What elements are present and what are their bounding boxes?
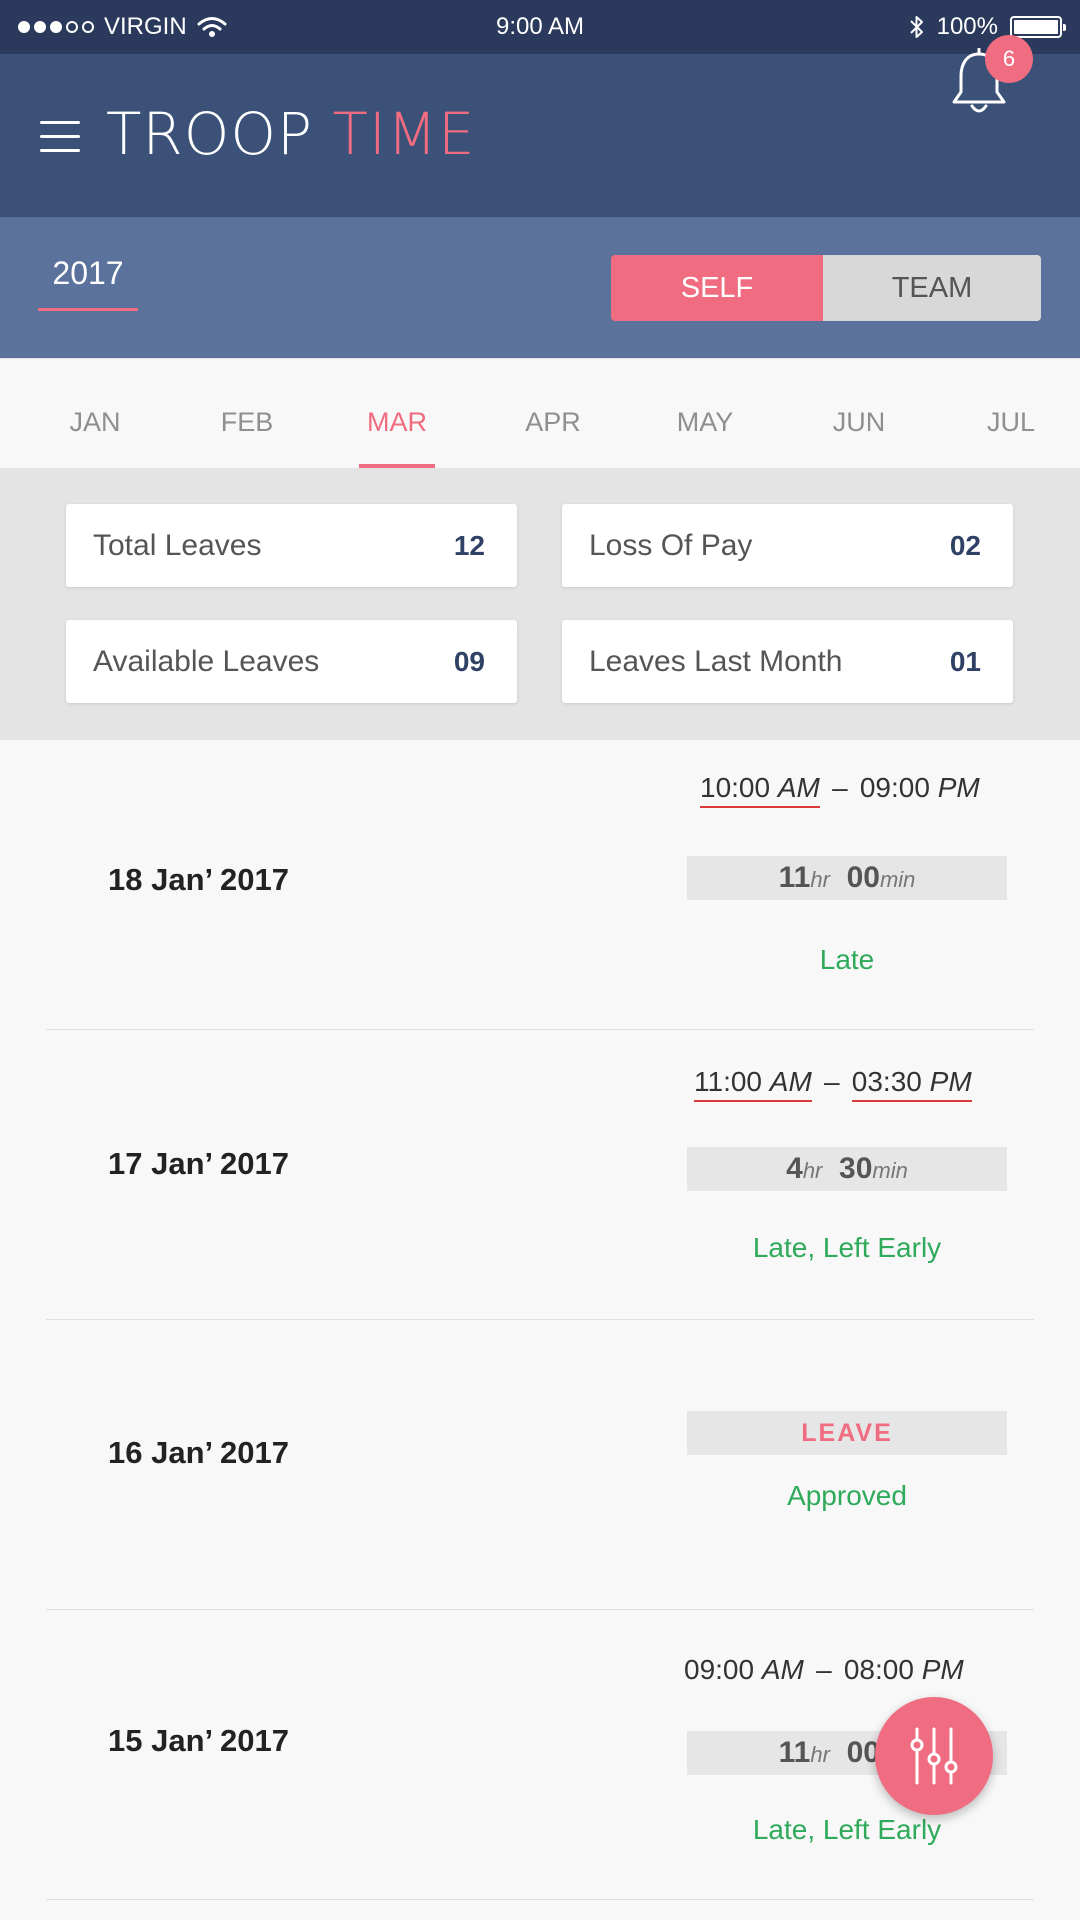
tab-jun[interactable]: JUN [804,359,914,469]
self-team-toggle: SELF TEAM [611,255,1041,321]
divider [46,1899,1034,1900]
attendance-status: Late, Left Early [752,1814,942,1845]
notification-badge[interactable]: 6 [985,35,1033,83]
stat-card-total-leaves: Total Leaves 12 [66,504,517,587]
team-toggle-button[interactable]: TEAM [823,255,1041,321]
duration-box: 11hr 00min [687,856,1007,900]
entry-date: 16 Jan’ 2017 [108,1435,289,1470]
entry-date: 15 Jan’ 2017 [108,1723,289,1758]
duration-box: 4hr 30min [687,1147,1007,1191]
tab-jan[interactable]: JAN [40,359,150,469]
entry-date: 18 Jan’ 2017 [108,862,289,897]
stat-label: Total Leaves [93,528,262,562]
hamburger-menu-icon[interactable] [40,121,80,153]
battery-icon [1010,16,1066,38]
app-bar: TROOP TIME [0,54,1080,217]
stat-card-available-leaves: Available Leaves 09 [66,620,517,703]
stat-card-loss-of-pay: Loss Of Pay 02 [562,504,1013,587]
list-item[interactable]: 17 Jan’ 2017 11:00 AM –03:30 PM 4hr 30min… [0,1030,1080,1320]
attendance-status: Late [819,944,875,975]
time-range: 11:00 AM –03:30 PM [694,1066,972,1102]
list-item[interactable]: 18 Jan’ 2017 10:00 AM –09:00 PM 11hr 00mi… [0,740,1080,1030]
tab-may[interactable]: MAY [650,359,760,469]
filter-bar: 2017 SELF TEAM [0,217,1080,358]
stat-label: Leaves Last Month [589,644,843,678]
leave-badge: LEAVE [687,1411,1007,1455]
tab-apr[interactable]: APR [498,359,608,469]
filter-sliders-icon [910,1727,958,1785]
tab-feb[interactable]: FEB [192,359,302,469]
list-item[interactable]: 16 Jan’ 2017 LEAVE Approved [0,1320,1080,1610]
status-bar: VIRGIN 9:00 AM 100% [0,0,1080,54]
battery-percent: 100% [936,13,998,40]
self-toggle-button[interactable]: SELF [611,255,823,321]
tab-mar[interactable]: MAR [342,359,452,469]
tab-jul[interactable]: JUL [956,359,1066,469]
leave-status: Approved [787,1480,907,1511]
stat-value: 09 [453,645,485,677]
stat-value: 12 [453,529,485,561]
stat-value: 02 [949,529,981,561]
app-logo: TROOP TIME [106,100,476,168]
stat-card-leaves-last-month: Leaves Last Month 01 [562,620,1013,703]
entry-date: 17 Jan’ 2017 [108,1146,289,1181]
year-selector[interactable]: 2017 [38,255,138,311]
stat-label: Loss Of Pay [589,528,753,562]
time-range: 09:00 AM –08:00 PM [684,1654,964,1685]
attendance-status: Late, Left Early [752,1232,942,1263]
bluetooth-icon [909,16,923,38]
stat-label: Available Leaves [93,644,320,678]
stat-value: 01 [949,645,981,677]
time-range: 10:00 AM –09:00 PM [700,772,980,808]
filter-fab-button[interactable] [875,1697,993,1815]
leave-stats: Total Leaves 12 Loss Of Pay 02 Available… [0,468,1080,740]
month-tabs: JAN FEB MAR APR MAY JUN JUL [0,358,1080,469]
